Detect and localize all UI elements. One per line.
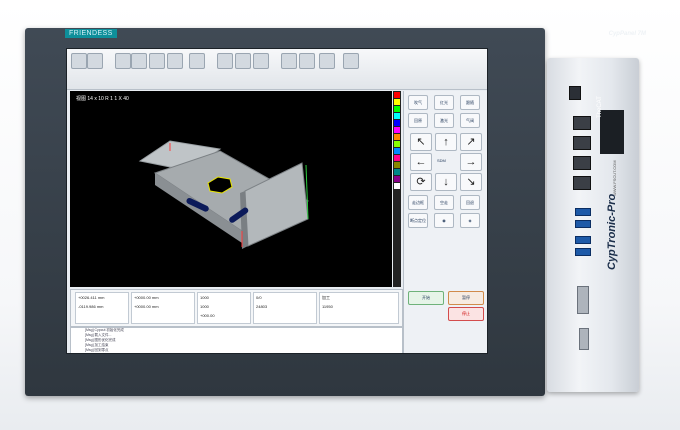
work-time-value: 24803 (256, 304, 268, 309)
jog-speed-label: SDM (437, 158, 446, 163)
x-machine-value: +0026.411 mm (78, 295, 105, 300)
select-icon[interactable] (115, 53, 131, 69)
program-coords-box: +0000.00 mm +0000.00 mm (131, 292, 195, 324)
jog-left-icon[interactable]: ← (410, 153, 432, 171)
x-program-value: +0000.00 mm (134, 295, 159, 300)
ribbon-toolbar (67, 49, 487, 90)
file-icon[interactable] (71, 53, 87, 69)
home-button[interactable]: 回原 (408, 113, 428, 128)
usb-port-icon (575, 220, 591, 228)
message-log: [Msg] Cypcut 初始化完成 [Msg] 载入文件... [Msg] 图… (70, 327, 403, 353)
jog-right-icon[interactable]: → (460, 153, 482, 171)
trace-frame-button[interactable]: 走边框 (408, 195, 428, 210)
machine-coords-box: +0026.411 mm -0119.986 mm (75, 292, 129, 324)
layer-swatch[interactable] (394, 106, 400, 112)
sort-icon[interactable] (281, 53, 297, 69)
industrial-pc (547, 58, 639, 392)
back-button[interactable]: 回退 (460, 195, 480, 210)
laser-button[interactable]: 激光 (434, 113, 454, 128)
status-label: 加工 (322, 295, 330, 300)
drawing-viewport[interactable]: 视图 14 x 10 R 1 1 X 40 (70, 91, 392, 287)
ethernet-port-icon (573, 116, 591, 130)
start-button[interactable]: 开始 (408, 291, 444, 305)
jog-up-icon[interactable]: ↑ (435, 133, 457, 151)
usb-port-icon (575, 236, 591, 244)
log-line: [Msg] 回到零点 (85, 348, 109, 352)
y-machine-value: -0119.986 mm (78, 304, 104, 309)
cooling-icon[interactable] (253, 53, 269, 69)
machine-control-panel: 吹气 红光 跟随 回原 激光 气阀 ↖ ↑ ↗ ← SDM → ⟳ ↓ ↘ 走边… (403, 91, 487, 353)
work-speed-value: 0/0 (256, 295, 262, 300)
tube-icon[interactable] (319, 53, 335, 69)
stop-button[interactable]: 停止 (448, 307, 484, 321)
coordinates-panel: +0026.411 mm -0119.986 mm +0000.00 mm +0… (70, 289, 403, 327)
ipc-logo-text: TheCAT (597, 96, 603, 118)
dvi-port-icon (577, 286, 589, 314)
layer-swatch[interactable] (394, 134, 400, 140)
y-program-value: +0000.00 mm (134, 304, 159, 309)
status-value: 11950 (322, 304, 333, 309)
transform-icon[interactable] (167, 53, 183, 69)
array-icon[interactable] (299, 53, 315, 69)
dry-run-button[interactable]: 空走 (434, 195, 454, 210)
jog-up-left-icon[interactable]: ↖ (410, 133, 432, 151)
serial-port-icon (579, 328, 589, 350)
layer-swatch[interactable] (394, 113, 400, 119)
tube-part-render (138, 140, 310, 249)
ipc-website: WWW.FSCUT.COM (612, 160, 617, 196)
layer-swatch[interactable] (394, 120, 400, 126)
breakpoint-button[interactable]: 断点定位 (408, 213, 428, 228)
process-icon[interactable] (343, 53, 359, 69)
follow-button[interactable]: 跟随 (460, 95, 480, 110)
jog-down-icon[interactable]: ↓ (435, 173, 457, 191)
laser-duty-value: +000.00 (200, 313, 215, 318)
usb-port-icon (575, 248, 591, 256)
ethernet-port-icon (573, 156, 591, 170)
ipc-logo-plate (600, 110, 624, 154)
forward-button[interactable]: ◉ (434, 213, 454, 228)
cnc-screen: 视图 14 x 10 R 1 1 X 40 吹气 红光 跟随 回原 激光 气阀 … (66, 48, 488, 354)
backward-button[interactable]: ◈ (460, 213, 480, 228)
layer-swatch[interactable] (394, 176, 400, 182)
layer-swatch[interactable] (394, 127, 400, 133)
laser-params-box: 1000 1000 +000.00 (197, 292, 251, 324)
draw-icon[interactable] (131, 53, 147, 69)
jog-up-right-icon[interactable]: ↗ (460, 133, 482, 151)
power-port-icon (569, 86, 581, 100)
layer-swatch[interactable] (394, 183, 400, 189)
layer-swatch[interactable] (394, 162, 400, 168)
ipc-product-name: CypTronic-Pro (606, 193, 618, 270)
status-box: 加工 11950 (319, 292, 399, 324)
monitor-model-label: CypPanel 7M (608, 31, 646, 37)
ethernet-port-icon (573, 136, 591, 150)
blow-button[interactable]: 吹气 (408, 95, 428, 110)
layer-swatch[interactable] (394, 148, 400, 154)
gas-valve-button[interactable]: 气阀 (460, 113, 480, 128)
work-stats-box: 0/0 24803 (253, 292, 317, 324)
layer-swatch[interactable] (394, 92, 400, 98)
layer-color-palette (393, 91, 401, 287)
pause-button[interactable]: 暂停 (448, 291, 484, 305)
jog-z-rotate-icon[interactable]: ⟳ (410, 173, 432, 191)
open-icon[interactable] (87, 53, 103, 69)
laser-freq-value: 1000 (200, 304, 209, 309)
scale-icon[interactable] (149, 53, 165, 69)
layer-swatch[interactable] (394, 99, 400, 105)
layer-swatch[interactable] (394, 141, 400, 147)
monitor-brand-logo: FRIENDESS (65, 29, 117, 38)
red-light-button[interactable]: 红光 (434, 95, 454, 110)
compensate-icon[interactable] (217, 53, 233, 69)
layer-swatch[interactable] (394, 155, 400, 161)
laser-power-value: 1000 (200, 295, 209, 300)
jog-down-right-icon[interactable]: ↘ (460, 173, 482, 191)
layer-swatch[interactable] (394, 169, 400, 175)
microjoint-icon[interactable] (235, 53, 251, 69)
usb-port-icon (575, 208, 591, 216)
lead-icon[interactable] (189, 53, 205, 69)
ethernet-port-icon (573, 176, 591, 190)
